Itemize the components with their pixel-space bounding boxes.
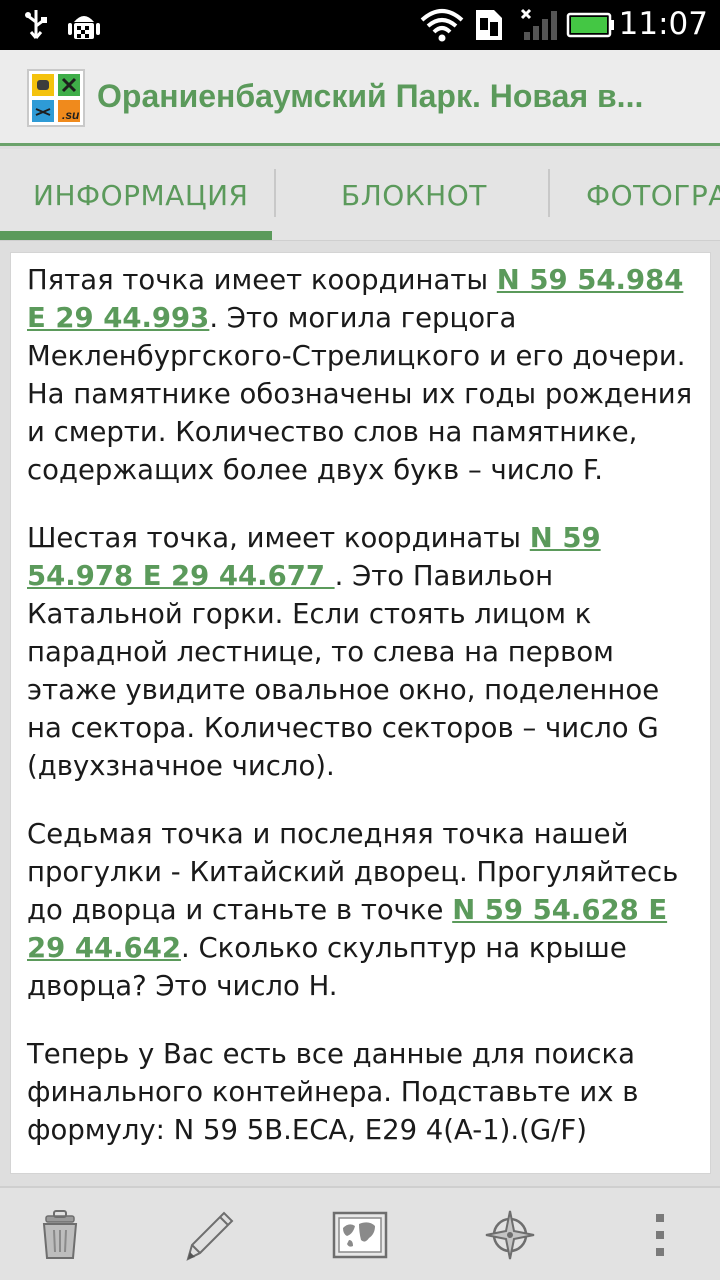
- overflow-menu-button[interactable]: [627, 1202, 693, 1268]
- delete-button[interactable]: [27, 1202, 93, 1268]
- tab-bar: ИНФОРМАЦИЯ БЛОКНОТ ФОТОГРА: [0, 149, 720, 241]
- description-paragraph: Шестая точка, имеет координаты N 59 54.9…: [27, 519, 694, 785]
- map-button[interactable]: [327, 1202, 393, 1268]
- signal-icon: [520, 8, 557, 40]
- bottom-toolbar: [0, 1186, 720, 1280]
- battery-icon: [566, 12, 614, 38]
- usb-icon: [25, 10, 47, 39]
- selected-tab-indicator: [0, 231, 272, 240]
- edit-note-button[interactable]: [177, 1202, 243, 1268]
- trash-icon: [42, 1210, 78, 1259]
- pencil-icon: [186, 1211, 234, 1261]
- action-bar: .su Ораниенбаумский Парк. Новая в...: [0, 50, 720, 146]
- compass-icon: [485, 1210, 535, 1260]
- page-title: Ораниенбаумский Парк. Новая в...: [97, 78, 644, 114]
- svg-text:.su: .su: [62, 108, 80, 122]
- status-time: 11:07: [618, 6, 708, 42]
- tab-notebook[interactable]: БЛОКНОТ: [341, 149, 487, 241]
- paragraph-text: Шестая точка, имеет координаты: [27, 522, 530, 554]
- description-paragraph: Седьмая точка и последняя точка нашей пр…: [27, 815, 694, 1005]
- overflow-menu-icon: [656, 1214, 664, 1256]
- paragraph-text: . Это Павильон Катальной горки. Если сто…: [27, 560, 660, 782]
- sim-icon: [476, 10, 502, 40]
- map-icon: [332, 1211, 388, 1259]
- status-bar: 11:07: [0, 0, 720, 50]
- wifi-icon: [420, 9, 464, 42]
- tab-photos[interactable]: ФОТОГРА: [586, 149, 720, 241]
- description-paragraph: Теперь у Вас есть все данные для поиска …: [27, 1038, 639, 1146]
- tab-divider: [548, 169, 550, 217]
- geocaching-su-logo[interactable]: .su: [27, 69, 85, 127]
- description-paragraph: Пятая точка имеет координаты N 59 54.984…: [27, 261, 694, 489]
- android-debug-icon: [68, 16, 100, 39]
- paragraph-text: Пятая точка имеет координаты: [27, 264, 497, 296]
- tab-information[interactable]: ИНФОРМАЦИЯ: [33, 149, 248, 241]
- compass-button[interactable]: [477, 1202, 543, 1268]
- tab-divider: [274, 169, 276, 217]
- cache-description[interactable]: Пятая точка имеет координаты N 59 54.984…: [10, 252, 711, 1174]
